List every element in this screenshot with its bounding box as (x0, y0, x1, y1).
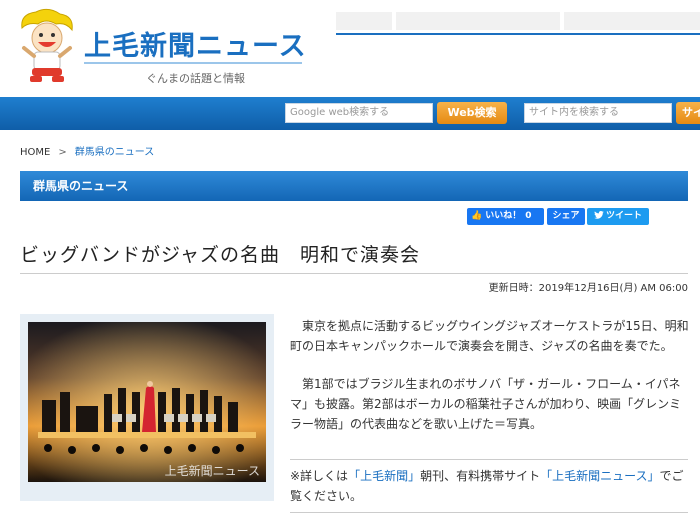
like-count: 0 (525, 211, 532, 221)
article-paragraph-2: 第1部ではブラジル生まれのボサノバ「ザ・ガール・フローム・イパネマ」も披露。第2… (290, 377, 682, 431)
photo-watermark: 上毛新聞ニュース (165, 463, 260, 478)
top-nav-tab-1[interactable] (336, 12, 392, 30)
section-heading: 群馬県のニュース (20, 171, 688, 201)
tweet-button[interactable]: ツイート (587, 208, 649, 225)
updated-datetime: 更新日時：2019年12月16日(月) AM 06:00 (488, 283, 688, 294)
article-paragraph-1: 東京を拠点に活動するビッグウイングジャズオーケストラが15日、明和町の日本キャン… (290, 319, 689, 353)
top-nav-tab-3[interactable] (564, 12, 700, 30)
breadcrumb-current[interactable]: 群馬県のニュース (75, 147, 155, 158)
tweet-label: ツイート (605, 211, 642, 221)
search-bar: Google web検索する Web検索 サイト内を検索する サイ (0, 97, 700, 130)
breadcrumb-separator: > (58, 147, 67, 158)
twitter-bird-icon (594, 210, 604, 219)
like-label: いいね！ (485, 211, 522, 221)
mascot-logo-icon[interactable] (16, 8, 78, 88)
article-body: 東京を拠点に活動するビッグウイングジャズオーケストラが15日、明和町の日本キャン… (290, 316, 690, 434)
concert-photo[interactable]: 上毛新聞ニュース (28, 322, 266, 482)
title-divider (20, 273, 688, 274)
jomo-news-link[interactable]: 「上毛新聞ニュース」 (540, 469, 659, 483)
google-search-input[interactable]: Google web検索する (285, 103, 433, 123)
site-logo-text[interactable]: 上毛新聞ニュース (84, 24, 307, 63)
header-divider (336, 33, 700, 35)
jomo-shimbun-link[interactable]: 「上毛新聞」 (348, 469, 420, 483)
site-search-button[interactable]: サイ (676, 102, 700, 124)
note-prefix: ※詳しくは (290, 469, 349, 483)
breadcrumb: HOME > 群馬県のニュース (20, 143, 154, 158)
site-tagline: ぐんまの話題と情報 (146, 72, 245, 85)
note-mid: 朝刊、有料携帯サイト (420, 469, 541, 483)
thumbs-up-icon: 👍 (471, 211, 483, 221)
note-bottom-divider (290, 512, 688, 513)
web-search-button[interactable]: Web検索 (437, 102, 507, 124)
site-search-input[interactable]: サイト内を検索する (524, 103, 672, 123)
photo-frame: 上毛新聞ニュース (20, 314, 274, 501)
facebook-like-button[interactable]: 👍 いいね！ 0 (467, 208, 544, 225)
logo-underline (84, 62, 302, 64)
article-title: ビッグバンドがジャズの名曲 明和で演奏会 (20, 244, 421, 266)
top-nav-tab-2[interactable] (396, 12, 560, 30)
article-note: ※詳しくは「上毛新聞」朝刊、有料携帯サイト「上毛新聞ニュース」でご覧ください。 (290, 459, 688, 506)
site-header: 上毛新聞ニュース ぐんまの話題と情報 (0, 0, 700, 97)
facebook-share-button[interactable]: シェア (547, 208, 585, 225)
breadcrumb-home[interactable]: HOME (20, 147, 50, 158)
